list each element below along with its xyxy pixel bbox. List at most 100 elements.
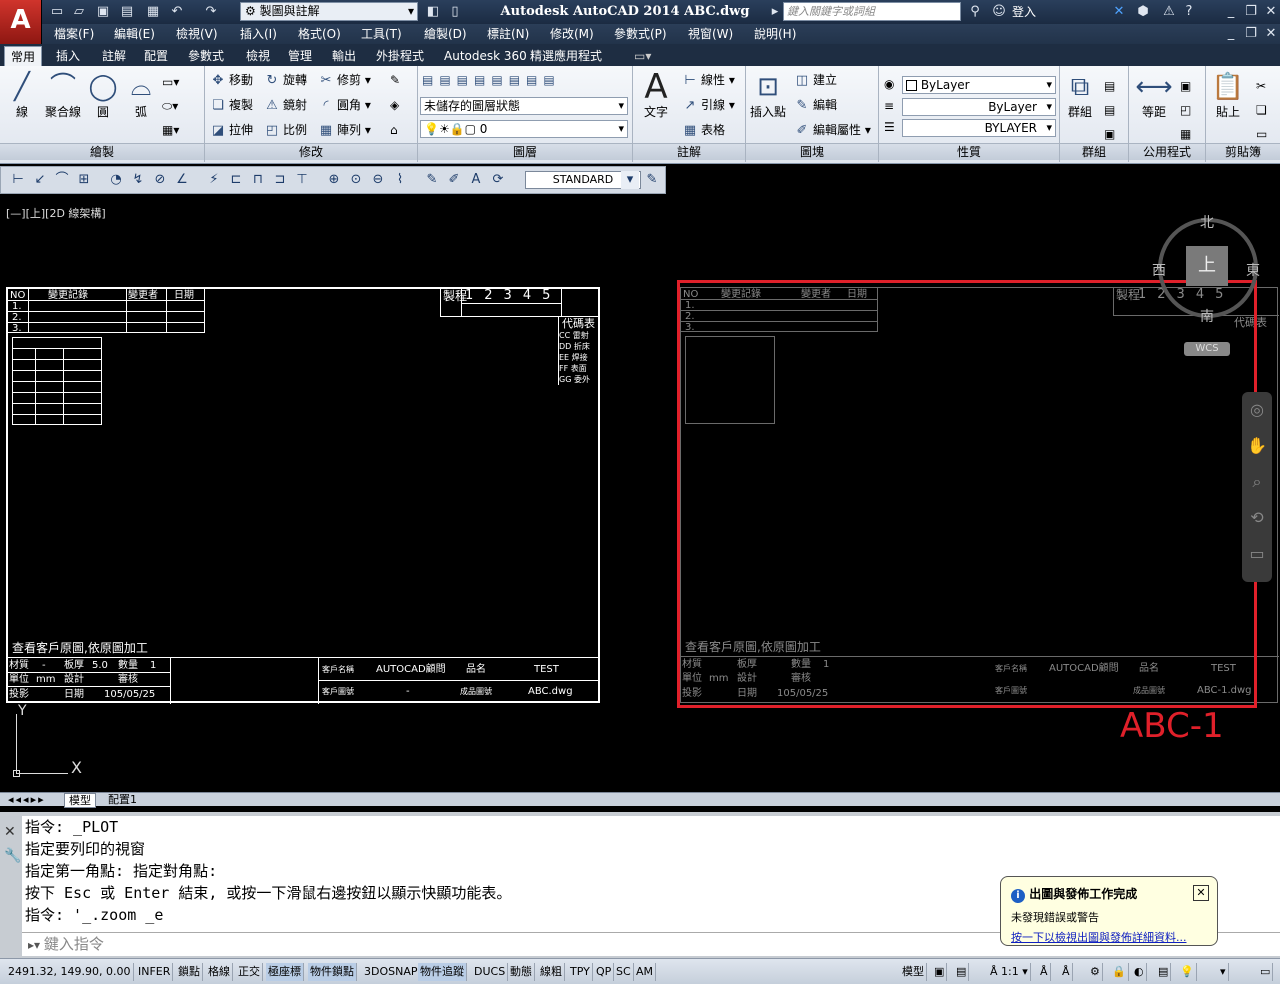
tab-view[interactable]: 檢視 [240, 46, 276, 66]
doc-restore-icon[interactable]: ❐ [1242, 25, 1260, 42]
tab-autodesk360[interactable]: Autodesk 360 [438, 46, 533, 66]
stretch-tool[interactable]: ◪ 拉伸 [210, 122, 253, 139]
hardware-acceleration-icon[interactable]: ◐ [1132, 963, 1147, 981]
arc-tool[interactable]: ⌓ 弧 [124, 70, 158, 120]
status-menu-icon[interactable]: ▾ [1218, 963, 1229, 981]
utilities-icons[interactable]: ▣ ◰ ▦ [1180, 74, 1191, 146]
menu-view[interactable]: 檢視(V) [176, 26, 218, 42]
edit-block-tool[interactable]: ✎ 編輯 [794, 97, 837, 114]
menu-dimension[interactable]: 標註(N) [487, 26, 529, 42]
close-command-icon[interactable]: ✕ [4, 824, 16, 840]
panel-utilities-title[interactable]: 公用程式 [1129, 143, 1205, 160]
menu-parametric[interactable]: 參數式(P) [614, 26, 667, 42]
menu-file[interactable]: 檔案(F) [54, 26, 94, 42]
orbit-icon[interactable]: ⟲ [1242, 500, 1272, 536]
dim-aligned-icon[interactable]: ↙ [31, 171, 49, 189]
measure-tool[interactable]: ⟷ 等距 [1132, 70, 1176, 120]
tab-annotate[interactable]: 註解 [96, 46, 132, 66]
rectangle-icon[interactable]: ▭▾ [162, 74, 179, 90]
wcs-menu[interactable]: WCS [1184, 342, 1230, 356]
status-sc[interactable]: SC [614, 963, 634, 981]
open-icon[interactable]: ▱ [70, 3, 88, 20]
plot-publish-icon[interactable]: ▤ [1156, 963, 1172, 981]
trim-tool[interactable]: ✂ 修剪 ▾ [318, 72, 371, 89]
status-ducs[interactable]: DUCS [472, 963, 509, 981]
group-tool[interactable]: ⧉ 群組 [1062, 70, 1098, 120]
clipboard-icons[interactable]: ✂ ❏ ▭ [1256, 74, 1267, 146]
panel-clipboard-title[interactable]: 剪貼簿 [1206, 143, 1280, 160]
status-dyn[interactable]: 動態 [508, 963, 535, 981]
status-am[interactable]: AM [634, 963, 657, 981]
tab-manage[interactable]: 管理 [282, 46, 318, 66]
hatch-icon[interactable]: ⬭▾ [162, 98, 178, 114]
dim-break-icon[interactable]: ⊤ [293, 171, 311, 189]
move-tool[interactable]: ✥ 移動 [210, 72, 253, 89]
dimstyle-manager-icon[interactable]: ✎ [643, 171, 661, 189]
linetype-select[interactable]: ByLayer [902, 98, 1056, 116]
explode-icon[interactable]: ◈ [390, 97, 399, 113]
dim-radius-icon[interactable]: ◔ [107, 171, 125, 189]
erase-icon[interactable]: ✎ [390, 72, 400, 88]
redo-icon[interactable]: ↷ [202, 3, 220, 20]
tab-featured-apps[interactable]: 精選應用程式 [524, 46, 608, 66]
menu-draw[interactable]: 繪製(D) [424, 26, 467, 42]
panel-block-title[interactable]: 圖塊 [746, 143, 878, 160]
edit-attributes-tool[interactable]: ✐ 編輯屬性 ▾ [794, 122, 871, 139]
search-input[interactable]: 鍵入關鍵字或詞組 [783, 2, 961, 21]
tab-layout1[interactable]: 配置1 [104, 793, 141, 806]
copy-tool[interactable]: ❏ 複製 [210, 97, 253, 114]
tab-scroll-icons[interactable]: ◂◂◂▸▸ [4, 793, 50, 806]
close-icon[interactable]: ✕ [1262, 3, 1280, 20]
workspace-select[interactable]: ⚙ 製圖與註解 ▾ [240, 2, 418, 21]
drawing-canvas[interactable]: [—][上][2D 線架構] NO 變更記錄 變更者 日期 1. 2. 3. 製… [0, 196, 1280, 792]
status-qp[interactable]: QP [594, 963, 615, 981]
menu-modify[interactable]: 修改(M) [550, 26, 594, 42]
steering-wheel-icon[interactable]: ◎ [1242, 392, 1272, 428]
viewcube-top-face[interactable]: 上 [1186, 246, 1228, 286]
panel-draw-title[interactable]: 繪製 [0, 143, 204, 160]
menu-format[interactable]: 格式(O) [298, 26, 341, 42]
save-as-icon[interactable]: ▤ [118, 3, 136, 20]
offset-icon[interactable]: ⌂ [390, 122, 398, 138]
status-snap[interactable]: 鎖點 [176, 963, 203, 981]
jog-line-icon[interactable]: ⌇ [391, 171, 409, 189]
tab-model[interactable]: 模型 [64, 793, 96, 808]
tab-layout[interactable]: 配置 [138, 46, 174, 66]
panel-annotation-title[interactable]: 註解 [633, 143, 745, 160]
dim-update-icon[interactable]: A [467, 171, 485, 189]
center-mark-icon[interactable]: ⊙ [347, 171, 365, 189]
scale-tool[interactable]: ◰ 比例 [264, 122, 307, 139]
menu-window[interactable]: 視窗(W) [688, 26, 733, 42]
login-link[interactable]: 登入 [1012, 3, 1036, 20]
tolerance-icon[interactable]: ⊕ [325, 171, 343, 189]
status-tpy[interactable]: TPY [568, 963, 593, 981]
navigation-bar[interactable]: ◎ ✋ ⌕ ⟲ ▭ [1242, 392, 1272, 582]
layer-icon[interactable]: ◧ [424, 3, 442, 20]
notification-link[interactable]: 按一下以檢視出圖與發佈詳細資料... [1011, 929, 1207, 945]
current-layer-select[interactable]: 💡☀🔒▢ 0 [420, 120, 628, 138]
paste-tool[interactable]: 📋 貼上 [1208, 70, 1248, 120]
rotate-tool[interactable]: ↻ 旋轉 [264, 72, 307, 89]
dim-baseline-icon[interactable]: ⊏ [227, 171, 245, 189]
group-options-icon[interactable]: ▤ ▤ ▣ [1104, 74, 1115, 146]
viewcube-south[interactable]: 南 [1200, 306, 1214, 326]
dim-ordinate-icon[interactable]: ⊞ [75, 171, 93, 189]
notification-close-icon[interactable]: ✕ [1193, 885, 1209, 901]
undo-icon[interactable]: ↶ [168, 3, 186, 20]
menu-edit[interactable]: 編輯(E) [114, 26, 155, 42]
dim-edit-icon[interactable]: ✎ [423, 171, 441, 189]
clean-screen-icon[interactable]: ▭ [1258, 963, 1274, 981]
annotation-visibility-icon[interactable]: Å [1038, 963, 1051, 981]
binoculars-icon[interactable]: ⚲ [966, 3, 984, 20]
viewcube-west[interactable]: 西 [1152, 260, 1166, 280]
polyline-tool[interactable]: ⌒ 聚合線 [42, 70, 84, 120]
match-properties-icon[interactable]: ◉ [884, 76, 894, 92]
tab-parametric[interactable]: 參數式 [182, 46, 230, 66]
model-space-toggle[interactable]: 模型 [900, 963, 927, 981]
dim-continue-icon[interactable]: ⊓ [249, 171, 267, 189]
layer-tools-icon[interactable]: ▤▤▤▤▤▤▤▤ [422, 72, 561, 88]
lineweight-select[interactable]: BYLAYER [902, 119, 1056, 137]
dim-text-edit-icon[interactable]: ✐ [445, 171, 463, 189]
dim-angular-icon[interactable]: ∠ [173, 171, 191, 189]
menu-insert[interactable]: 插入(I) [240, 26, 277, 42]
